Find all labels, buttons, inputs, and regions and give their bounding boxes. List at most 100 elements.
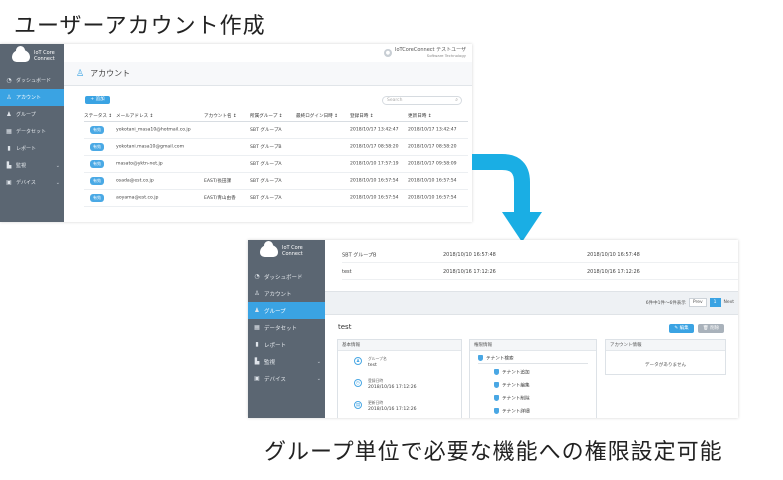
sidebar-item-label: デバイス [264, 376, 286, 383]
table-cell: 2018/10/10 16:57:54 [408, 178, 457, 184]
status-badge: 有効 [90, 194, 104, 202]
sidebar-item-5[interactable]: ▮ レポート [0, 140, 64, 157]
caption: グループ単位で必要な機能への権限設定可能 [264, 440, 723, 465]
page-1-button[interactable]: 1 [709, 298, 721, 307]
table-cell: 2018/10/10 16:57:54 [408, 195, 457, 201]
add-account-button[interactable]: + 追加 [85, 96, 110, 104]
column-header[interactable]: 登録日時 ↕ [350, 113, 374, 119]
table-cell: 2018/10/17 09:58:09 [408, 161, 457, 167]
table-cell: SBT グループA [250, 162, 282, 167]
sidebar-item-6[interactable]: ▙ 監視 ⌄ [0, 157, 64, 174]
chevron-down-icon: ⌄ [55, 179, 60, 186]
dashboard-icon: ◔ [254, 273, 260, 280]
sidebar-item-4[interactable]: ▦ データセット [0, 123, 64, 140]
group-list: SBT グループB 2018/10/10 16:57:48 2018/10/10 1… [325, 240, 738, 292]
dashboard-icon: ◔ [6, 77, 12, 84]
permission-item[interactable]: テナント詳細 [494, 408, 530, 415]
sidebar-item-7[interactable]: ▣ デバイス ⌄ [0, 174, 64, 191]
sidebar-item-label: アカウント [264, 291, 292, 298]
table-cell: SBT グループB [342, 252, 377, 258]
sidebar-item-3[interactable]: ♟ グループ [248, 302, 325, 319]
table-cell: SBT グループA [250, 128, 282, 133]
table-cell: EAST/青山由香 [204, 196, 236, 201]
cloud-logo-icon [12, 46, 30, 62]
dataset-icon: ▦ [254, 324, 260, 331]
table-row[interactable]: SBT グループB 2018/10/10 16:57:48 2018/10/10 1… [342, 247, 738, 263]
group-icon: ♟ [354, 357, 362, 365]
sidebar-item-label: レポート [16, 146, 37, 152]
permission-root[interactable]: テナント検索 [478, 355, 514, 362]
app-logo[interactable]: IoT Core Connect [248, 240, 325, 262]
page-title: アカウント [90, 69, 131, 78]
app-logo[interactable]: IoT Core Connect [0, 44, 64, 68]
table-cell: 2018/10/16 17:12:26 [587, 268, 640, 275]
edit-button[interactable]: ✎ 編集 [669, 324, 694, 333]
search-input[interactable]: Search ⌕ [382, 96, 462, 105]
device-icon: ▣ [6, 179, 12, 186]
pager-info: 6件中1件～6件表示 [645, 300, 686, 306]
report-icon: ▮ [255, 341, 259, 348]
column-header[interactable]: アカウント名 ↕ [204, 113, 237, 119]
search-icon: ⌕ [455, 97, 458, 103]
shield-icon [494, 369, 499, 375]
column-header[interactable]: 所属グループ ↕ [250, 113, 283, 119]
sidebar-item-5[interactable]: ▮ レポート [248, 336, 325, 353]
monitor-icon: ▙ [254, 358, 260, 365]
calendar-icon: ▤ [354, 401, 362, 409]
column-header[interactable]: 最終ログイン日時 ↕ [296, 113, 338, 119]
table-row[interactable]: 有効 yokotani.masa10@gmail.com SBT グループB 2018… [84, 139, 468, 156]
table-cell: 2018/10/10 16:57:48 [443, 251, 496, 258]
sidebar-item-3[interactable]: ♟ グループ [0, 106, 64, 123]
sidebar-item-label: アカウント [16, 95, 42, 101]
sidebar: IoT Core Connect ◔ ダッシュボード ♙ アカウント ♟ グループ ▦ データセ… [0, 44, 64, 222]
sidebar-item-4[interactable]: ▦ データセット [248, 319, 325, 336]
sidebar-item-1[interactable]: ◔ ダッシュボード [0, 72, 64, 89]
table-cell: SBT グループB [250, 145, 282, 150]
sidebar-item-7[interactable]: ▣ デバイス ⌄ [248, 370, 325, 387]
account-list-screenshot: IoT Core Connect ◔ ダッシュボード ♙ アカウント ♟ グループ ▦ データセ… [0, 44, 472, 222]
cloud-logo-icon [260, 241, 278, 257]
table-row[interactable]: 有効 osada@est.co.jp EAST/長田課 SBT グループA 2018/1… [84, 173, 468, 190]
table-row[interactable]: 有効 yokotani_masa10@hotmail.co.jp SBT グループA… [84, 122, 468, 139]
table-row[interactable]: test 2018/10/16 17:12:26 2018/10/16 17:12:… [342, 264, 738, 280]
sidebar-item-label: ダッシュボード [264, 274, 303, 281]
next-button[interactable]: Next [724, 300, 734, 305]
column-header[interactable]: ステータス ↕ [84, 113, 112, 119]
permission-item[interactable]: テナント編集 [494, 382, 530, 389]
sidebar-item-2[interactable]: ♙ アカウント [248, 285, 325, 302]
table-cell: 2018/10/10 16:57:54 [350, 178, 399, 184]
basic-info-panel: 基本情報 ♟ グループ名 test ◷ 登録日時 2018/10/16 17:12:26 ▤… [337, 339, 462, 418]
basic-info-item: ◷ 登録日時 2018/10/16 17:12:26 [354, 378, 417, 391]
table-row[interactable]: 有効 masato@yktn-net.jp SBT グループA 2018/10/10 … [84, 156, 468, 173]
pagination: 6件中1件～6件表示 Prev 1 Next [646, 298, 734, 307]
sidebar-item-label: 監視 [264, 359, 276, 366]
monitor-icon: ▙ [6, 162, 12, 169]
permission-item[interactable]: テナント削除 [494, 395, 530, 402]
permission-title: 権限情報 [470, 340, 596, 351]
permission-item[interactable]: テナント追加 [494, 369, 530, 376]
column-header[interactable]: 更新日時 ↕ [408, 113, 432, 119]
group-icon: ♟ [254, 307, 260, 314]
column-header[interactable]: メールアドレス ↕ [116, 113, 153, 119]
account-info-title: アカウント情報 [606, 340, 725, 351]
table-cell: 2018/10/17 08:58:20 [408, 144, 457, 150]
device-icon: ▣ [254, 375, 260, 382]
shield-icon [494, 395, 499, 401]
table-cell: 2018/10/17 08:58:20 [350, 144, 399, 150]
sidebar-item-6[interactable]: ▙ 監視 ⌄ [248, 353, 325, 370]
table-row[interactable]: 有効 aoyama@est.co.jp EAST/青山由香 SBT グループA 2018… [84, 190, 468, 207]
user-menu[interactable]: IoTCoreConnect テストユーザ Software Technolog… [395, 47, 466, 59]
table-cell: yokotani.masa10@gmail.com [116, 144, 185, 150]
chevron-down-icon: ⌄ [316, 358, 321, 365]
sidebar-item-1[interactable]: ◔ ダッシュボード [248, 268, 325, 285]
delete-button[interactable]: 🗑 削除 [698, 324, 724, 333]
table-header: ステータス ↕ メールアドレス ↕ アカウント名 ↕ 所属グループ ↕ 最終ログイン日時… [84, 110, 468, 122]
status-badge: 有効 [90, 160, 104, 168]
chevron-down-icon: ⌄ [55, 162, 60, 169]
report-icon: ▮ [7, 145, 11, 152]
table-cell: yokotani_masa10@hotmail.co.jp [116, 127, 191, 133]
group-detail-screenshot: IoT Core Connect ◔ ダッシュボード ♙ アカウント ♟ グループ ▦ データセ… [248, 240, 738, 418]
sidebar-item-2[interactable]: ♙ アカウント [0, 89, 64, 106]
prev-button[interactable]: Prev [688, 298, 707, 307]
user-avatar-icon[interactable]: ● [383, 49, 392, 57]
